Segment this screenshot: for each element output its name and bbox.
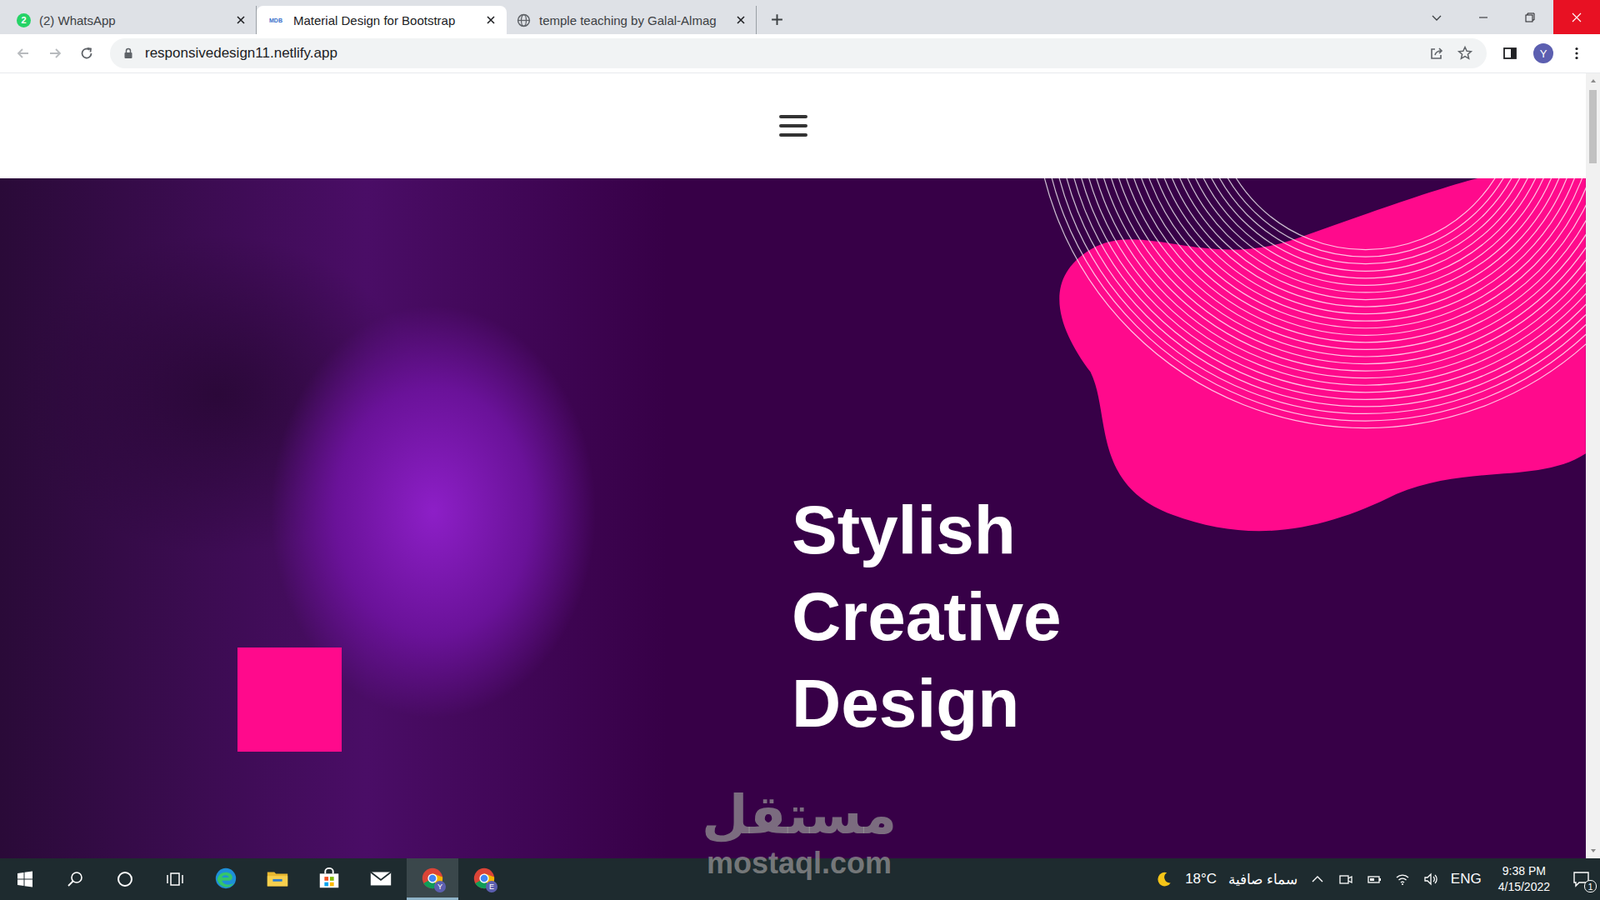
tab-label: temple teaching by Galal-Almag xyxy=(539,13,728,28)
watermark-latin: mostaql.com xyxy=(706,846,892,880)
back-icon[interactable] xyxy=(15,45,32,62)
tab-bar: 2 (2) WhatsApp MDB Material Design for B… xyxy=(0,0,1600,35)
browser-tab[interactable]: temple teaching by Galal-Almag xyxy=(506,5,757,35)
show-hidden-icon[interactable] xyxy=(1309,870,1326,888)
scroll-thumb[interactable] xyxy=(1589,90,1597,164)
pink-blob-decoration xyxy=(1029,178,1586,535)
menu-dots-icon[interactable] xyxy=(1568,45,1585,62)
close-window-button[interactable] xyxy=(1553,0,1600,35)
hero-section: StylishCreativeDesign xyxy=(0,178,1586,859)
cortana-icon[interactable] xyxy=(100,858,150,900)
mdb-icon: MDB xyxy=(266,13,285,28)
close-tab-icon[interactable] xyxy=(235,15,246,25)
notification-center[interactable]: 1 xyxy=(1566,864,1597,895)
clock[interactable]: 9:38 PM 4/15/2022 xyxy=(1493,863,1555,895)
clock-time: 9:38 PM xyxy=(1502,863,1546,880)
tab-label: Material Design for Bootstrap xyxy=(293,13,478,28)
hero-text: StylishCreativeDesign xyxy=(666,178,1062,859)
scroll-down-icon[interactable] xyxy=(1589,843,1598,859)
moon-icon xyxy=(1155,870,1174,889)
tab-label: (2) WhatsApp xyxy=(39,13,228,28)
input-language[interactable]: ENG xyxy=(1450,870,1482,888)
close-tab-icon[interactable] xyxy=(485,15,496,25)
desktop-screen: 2 (2) WhatsApp MDB Material Design for B… xyxy=(0,0,1600,900)
heading-line: Design xyxy=(791,660,1062,747)
weather-condition[interactable]: سماء صافية xyxy=(1228,870,1298,889)
profile-badge: E xyxy=(485,880,498,893)
address-bar[interactable]: responsivedesign11.netlify.app xyxy=(110,38,1487,69)
system-tray: 18°C سماء صافية ENG 9:38 PM 4/15/2022 1 xyxy=(1155,858,1600,900)
file-explorer-icon xyxy=(265,865,290,891)
search-icon[interactable] xyxy=(50,858,100,900)
url-text: responsivedesign11.netlify.app xyxy=(145,45,1417,62)
restore-icon[interactable] xyxy=(1506,11,1554,24)
hamburger-bar xyxy=(779,124,808,128)
mail-icon xyxy=(368,865,394,891)
hero-photo xyxy=(0,178,667,859)
side-panel-icon[interactable] xyxy=(1501,45,1519,62)
reload-icon[interactable] xyxy=(78,45,95,62)
globe-icon xyxy=(516,13,531,28)
taskbar-spacer xyxy=(510,858,1155,900)
hamburger-bar xyxy=(779,133,808,137)
windows-start-icon[interactable] xyxy=(0,858,50,900)
hamburger-bar xyxy=(779,115,808,119)
star-icon[interactable] xyxy=(1456,45,1474,62)
forward-icon[interactable] xyxy=(46,45,64,62)
heading-line: Stylish xyxy=(791,486,1062,574)
profile-badge: Y xyxy=(434,880,446,893)
taskbar-app[interactable]: E xyxy=(458,858,510,900)
scroll-up-icon[interactable] xyxy=(1589,73,1598,89)
notification-count: 1 xyxy=(1584,880,1597,893)
watermark-arabic: مستقل xyxy=(701,783,897,847)
page-viewport: StylishCreativeDesign xyxy=(0,73,1600,859)
scrollbar[interactable] xyxy=(1585,73,1600,859)
web-page: StylishCreativeDesign xyxy=(0,73,1586,859)
share-icon[interactable] xyxy=(1428,45,1445,62)
lock-icon xyxy=(123,47,134,60)
profile-avatar[interactable]: Y xyxy=(1533,43,1554,64)
close-tab-icon[interactable] xyxy=(735,15,746,25)
watermark: مستقل mostaql.com xyxy=(701,783,897,880)
meet-now-icon[interactable] xyxy=(1337,870,1355,888)
taskbar-app[interactable] xyxy=(303,858,355,900)
task-view-icon[interactable] xyxy=(150,858,200,900)
volume-icon[interactable] xyxy=(1422,870,1440,888)
hamburger-menu-icon[interactable] xyxy=(775,111,811,140)
taskbar: Y E 18°C سماء صافية ENG 9:38 PM 4/15/202… xyxy=(0,858,1600,900)
whatsapp-icon: 2 xyxy=(16,13,31,28)
edge-icon xyxy=(213,865,239,891)
new-tab-icon[interactable] xyxy=(770,12,785,27)
battery-icon[interactable] xyxy=(1365,870,1383,888)
browser-tab[interactable]: 2 (2) WhatsApp xyxy=(6,5,257,35)
close-icon xyxy=(1570,11,1583,24)
store-icon xyxy=(316,865,342,891)
taskbar-app[interactable] xyxy=(355,858,407,900)
pink-square xyxy=(237,647,342,752)
hero-heading: StylishCreativeDesign xyxy=(791,486,1062,747)
window-controls xyxy=(1413,0,1600,35)
tab-search-icon[interactable] xyxy=(1413,11,1460,24)
site-header xyxy=(0,73,1586,179)
heading-line: Creative xyxy=(791,573,1062,660)
wifi-icon[interactable] xyxy=(1394,870,1411,888)
weather-temperature[interactable]: 18°C xyxy=(1185,870,1217,888)
scroll-track xyxy=(1585,88,1600,844)
clock-date: 4/15/2022 xyxy=(1498,879,1550,895)
browser-toolbar: responsivedesign11.netlify.app Y xyxy=(0,34,1600,74)
taskbar-app[interactable] xyxy=(200,858,252,900)
taskbar-app[interactable] xyxy=(251,858,304,900)
browser-tab[interactable]: MDB Material Design for Bootstrap xyxy=(256,5,507,35)
minimize-icon[interactable] xyxy=(1460,11,1507,24)
taskbar-app[interactable]: Y xyxy=(406,858,459,900)
